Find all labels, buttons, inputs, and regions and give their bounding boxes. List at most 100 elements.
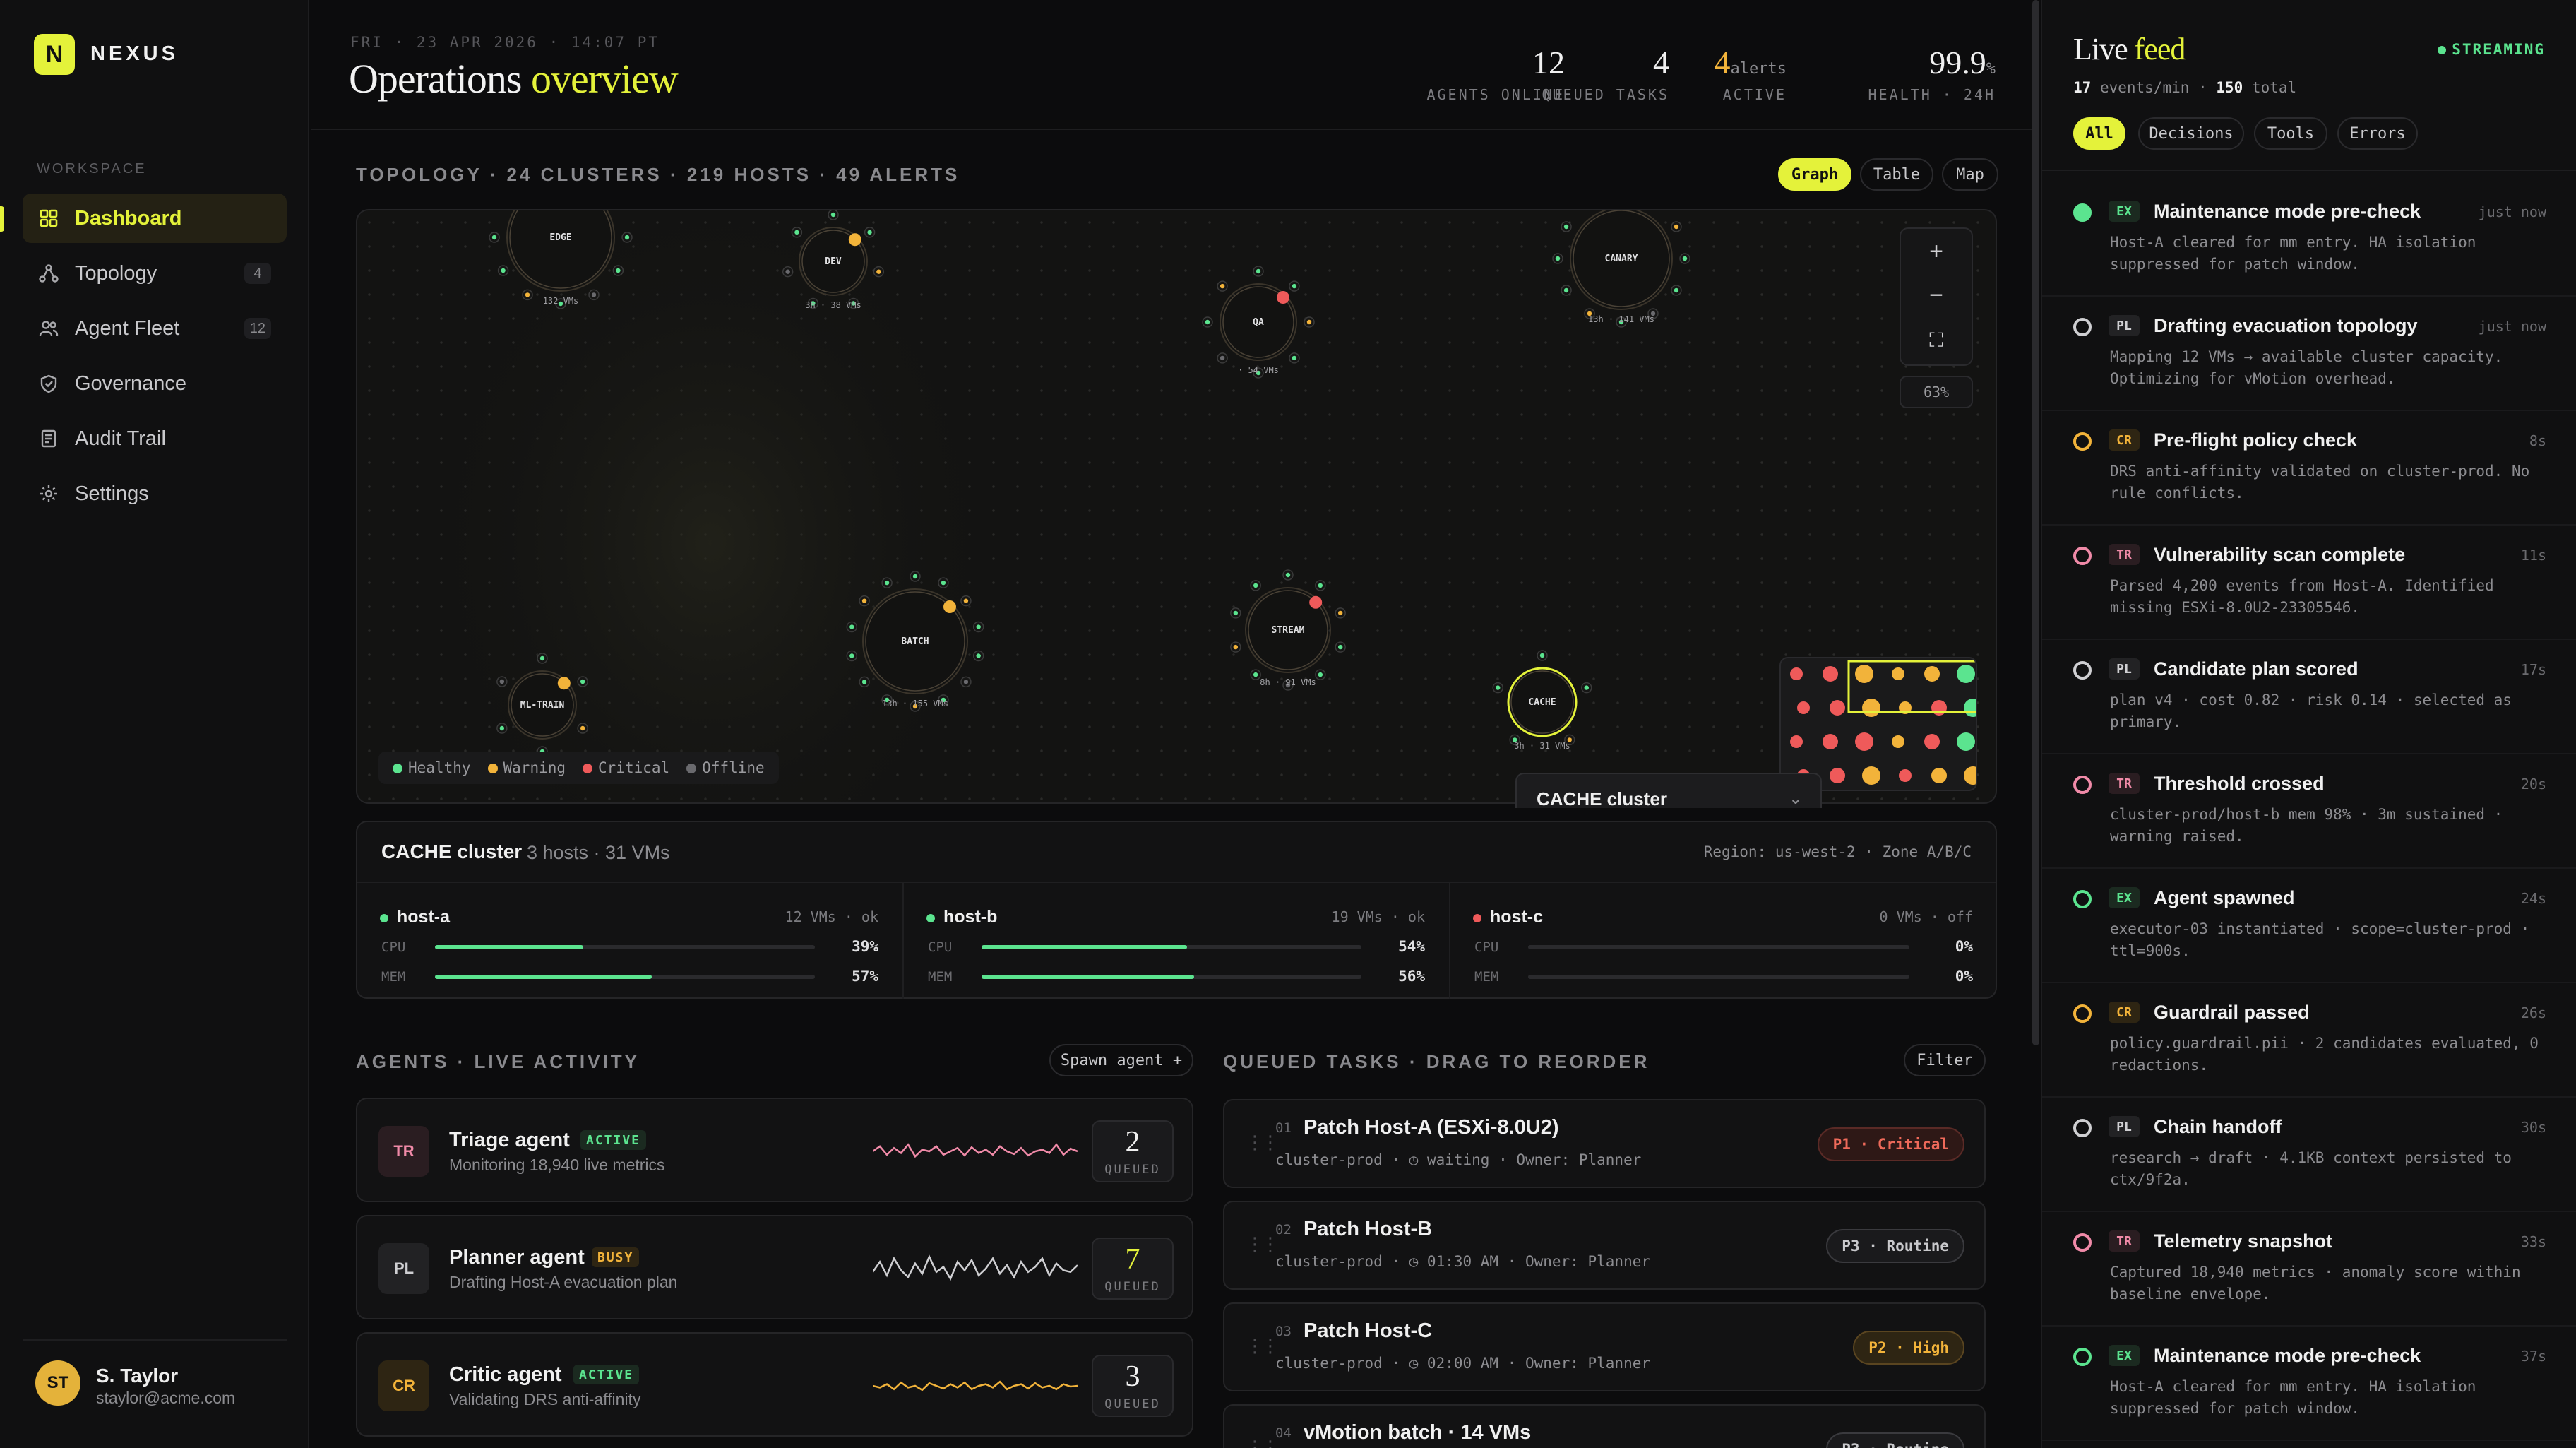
feed-item-body: research → draft · 4.1KB context persist… <box>2110 1149 2512 1188</box>
feed-item[interactable]: EX Maintenance mode pre-check just now Host… <box>2042 182 2576 297</box>
feed-tag: TR <box>2109 1230 2140 1252</box>
topology-graph[interactable]: EDGE 132 VMs DEV 3h · 38 VMs QA · 54 VMs CANAR… <box>357 210 1997 804</box>
feed-item[interactable]: CR Guardrail passed 26s policy.guardrail.pi… <box>2042 983 2576 1098</box>
task-card[interactable]: ⋮⋮ 04 vMotion batch · 14 VMs P3 · Routin… <box>1223 1404 1986 1448</box>
minimap-node <box>1924 734 1940 749</box>
feed-filter-all[interactable]: All <box>2073 117 2125 150</box>
feed-filter-errors[interactable]: Errors <box>2337 117 2418 150</box>
feed-item[interactable]: TR Threshold crossed 20s cluster-prod/host-… <box>2042 754 2576 869</box>
cluster-label: DEV <box>825 256 842 267</box>
page-title: Operations overview <box>349 55 679 102</box>
feed-item[interactable]: EX Maintenance mode pre-check 37s Host-A cl… <box>2042 1327 2576 1441</box>
timeline-dot <box>2073 1348 2092 1366</box>
feed-item-body: Host-A cleared for mm entry. HA isolatio… <box>2110 234 2476 273</box>
cluster-label: STREAM <box>1272 625 1305 636</box>
minimap[interactable] <box>1779 657 1977 791</box>
host-status <box>1205 319 1210 325</box>
task-card[interactable]: ⋮⋮ 01 Patch Host-A (ESXi-8.0U2) cluster-… <box>1223 1099 1986 1188</box>
feed-tag: EX <box>2109 201 2140 222</box>
feed-item-body: policy.guardrail.pii · 2 candidates eval… <box>2110 1035 2539 1074</box>
alert-badge <box>943 600 956 613</box>
minimap-node <box>1862 699 1880 717</box>
cluster-label: QA <box>1253 317 1264 328</box>
feed-item[interactable]: PL Chain handoff 30s research → draft · 4.1… <box>2042 1098 2576 1212</box>
task-card[interactable]: ⋮⋮ 03 Patch Host-C cluster-prod · ◷ 02:0… <box>1223 1302 1986 1391</box>
cluster-caption: 3h · 38 VMs <box>805 300 861 310</box>
host-card[interactable]: host-b 19 VMs · ok CPU 54% MEM 56% <box>904 883 1450 999</box>
host-status <box>1563 287 1569 293</box>
chevron-down-icon[interactable]: ⌄ <box>1789 790 1802 808</box>
queued-label: QUEUED <box>1104 1397 1161 1411</box>
timeline-dot <box>2073 1233 2092 1252</box>
host-card[interactable]: host-c 0 VMs · off CPU 0% MEM 0% <box>1450 883 1997 999</box>
cluster-caption: 132 VMs <box>543 296 579 306</box>
bar-track <box>1528 975 1909 979</box>
agent-card-triage[interactable]: TR Triage agent ACTIVE Monitoring 18,940… <box>356 1098 1193 1202</box>
spawn-agent-button[interactable]: Spawn agent + <box>1049 1044 1193 1076</box>
feed-filter-tools[interactable]: Tools <box>2254 117 2327 150</box>
agent-description: Validating DRS anti-affinity <box>449 1390 641 1408</box>
cluster-node[interactable]: CANARY 13h · 141 VMs <box>1552 210 1690 328</box>
gear-icon <box>37 482 61 506</box>
feed-item[interactable]: PL Drafting evacuation topology just now Ma… <box>2042 297 2576 411</box>
feed-item-body: Mapping 12 VMs → available cluster capac… <box>2110 348 2503 387</box>
topology-canvas[interactable]: EDGE 132 VMs DEV 3h · 38 VMs QA · 54 VMs CANAR… <box>356 209 1997 804</box>
view-graph-button[interactable]: Graph <box>1778 158 1852 191</box>
feed-filter-decisions[interactable]: Decisions <box>2138 117 2244 150</box>
timeline-dot <box>2073 432 2092 451</box>
host-status <box>1292 283 1297 289</box>
agents-section-title: AGENTS · LIVE ACTIVITY <box>356 1051 640 1072</box>
feed-item[interactable]: EX Agent spawned 24s executor-03 instantiat… <box>2042 869 2576 983</box>
task-card[interactable]: ⋮⋮ 02 Patch Host-B cluster-prod · ◷ 01:3… <box>1223 1201 1986 1290</box>
feed-item[interactable]: CR Pre-flight policy check 8s DRS anti-affi… <box>2042 411 2576 526</box>
sidebar-item-governance[interactable]: Governance <box>23 359 287 408</box>
main-scrollbar[interactable] <box>2032 0 2039 1045</box>
view-table-button[interactable]: Table <box>1860 158 1933 191</box>
feed-item-title: Vulnerability scan complete <box>2154 544 2406 565</box>
host-status <box>849 653 854 658</box>
mem-value: 57% <box>852 968 878 985</box>
cluster-node[interactable]: CACHE 3h · 31 VMs <box>1492 650 1592 751</box>
legend-label: Offline <box>702 759 765 776</box>
fit-view-icon[interactable]: ⛶ <box>1901 319 1972 362</box>
zoom-out-button[interactable]: − <box>1901 274 1972 316</box>
agent-card-critic[interactable]: CR Critic agent ACTIVE Validating DRS an… <box>356 1332 1193 1437</box>
cluster-node[interactable]: QA · 54 VMs <box>1202 266 1315 379</box>
zoom-in-button[interactable]: + <box>1901 230 1972 273</box>
host-name: host-c <box>1490 907 1543 927</box>
feed-divider <box>2042 170 2576 171</box>
bar-fill <box>982 975 1195 979</box>
feed-item-body: Parsed 4,200 events from Host-A. Identif… <box>2110 577 2494 616</box>
feed-item[interactable]: PL Candidate plan scored 17s plan v4 · cost… <box>2042 640 2576 754</box>
stat-value-line: 4alerts <box>1715 47 1787 79</box>
view-map-button[interactable]: Map <box>1942 158 1998 191</box>
sidebar-item-topology[interactable]: Topology 4 <box>23 249 287 298</box>
drag-handle-icon[interactable]: ⋮⋮ <box>1246 1233 1280 1255</box>
task-meta: cluster-prod · ◷ 02:00 AM · Owner: Plann… <box>1275 1355 1651 1372</box>
filter-button[interactable]: Filter <box>1904 1044 1986 1076</box>
host-status <box>624 235 630 240</box>
sidebar-item-settings[interactable]: Settings <box>23 469 287 518</box>
avatar[interactable]: ST <box>35 1360 80 1406</box>
feed-item[interactable]: TR Telemetry snapshot 33s Captured 18,940 m… <box>2042 1212 2576 1327</box>
task-title: vMotion batch · 14 VMs <box>1304 1421 1532 1444</box>
agent-card-planner[interactable]: PL Planner agent BUSY Drafting Host-A ev… <box>356 1215 1193 1319</box>
drag-handle-icon[interactable]: ⋮⋮ <box>1246 1132 1280 1153</box>
feed-tag: TR <box>2109 773 2140 794</box>
host-card[interactable]: host-a 12 VMs · ok CPU 39% MEM 57% <box>357 883 904 999</box>
cpu-value: 0% <box>1955 938 1973 955</box>
sidebar-item-agent-fleet[interactable]: Agent Fleet 12 <box>23 304 287 353</box>
nexus-logo[interactable]: N <box>34 34 75 75</box>
sidebar-item-audit-trail[interactable]: Audit Trail <box>23 414 287 463</box>
feed-item-time: 8s <box>2529 432 2546 449</box>
feed-item-time: just now <box>2478 318 2546 335</box>
cluster-node[interactable]: STREAM 8h · 91 VMs <box>1230 569 1346 691</box>
stat-value: 99.9 <box>1929 44 1986 81</box>
feed-item[interactable]: TR Vulnerability scan complete 11s Parsed 4… <box>2042 526 2576 640</box>
sidebar-item-dashboard[interactable]: Dashboard <box>23 194 287 243</box>
alert-badge <box>1309 595 1323 609</box>
drag-handle-icon[interactable]: ⋮⋮ <box>1246 1335 1280 1357</box>
host-status <box>1318 583 1323 588</box>
stat-value: 4 <box>1714 44 1731 81</box>
drag-handle-icon[interactable]: ⋮⋮ <box>1246 1437 1280 1448</box>
